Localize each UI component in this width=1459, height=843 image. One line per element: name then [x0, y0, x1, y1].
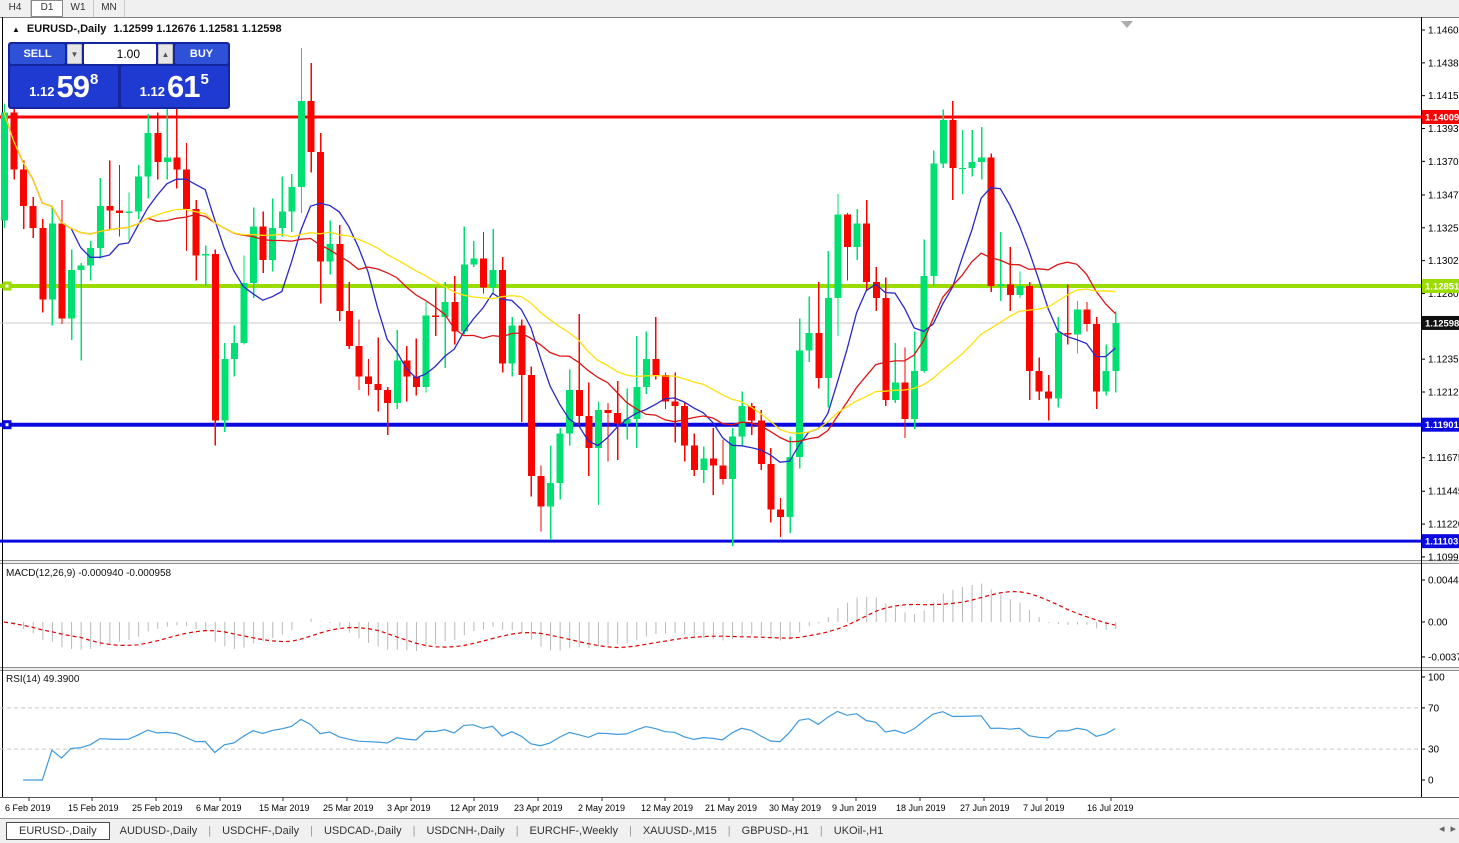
one-click-trading-panel: SELL ▼ 1.00 ▲ BUY 1.12 59 8 1.12 61 5 [8, 42, 230, 109]
price-badge-label: 1.11103 [1425, 537, 1458, 548]
rsi-tick-label: 0 [1428, 776, 1434, 787]
chart-tab-xauusd-m15[interactable]: XAUUSD-,M15 [633, 823, 727, 839]
chart-tab-eurchf-weekly[interactable]: EURCHF-,Weekly [520, 823, 628, 839]
chart-symbol-title: EURUSD-,Daily [27, 23, 106, 35]
chart-tab-audusd-daily[interactable]: AUDUSD-,Daily [110, 823, 208, 839]
price-tick-label: 1.12125 [1428, 387, 1459, 398]
date-tick-label: 12 Apr 2019 [450, 803, 499, 813]
buy-price-pips: 61 [167, 69, 199, 105]
sell-price-pips: 59 [56, 69, 88, 105]
date-tick-label: 25 Feb 2019 [132, 803, 183, 813]
tab-separator: | [516, 825, 519, 837]
volume-input[interactable]: 1.00 [84, 44, 156, 64]
chart-title-bar: ▲ EURUSD-,Daily 1.12599 1.12676 1.12581 … [12, 23, 282, 35]
chart-tab-ukoil-h1[interactable]: UKOil-,H1 [824, 823, 894, 839]
tab-separator: | [820, 825, 823, 837]
price-tick-label: 1.13250 [1428, 223, 1459, 234]
mt4-window: H4D1W1MN 1.146051.143801.141551.139301.1… [0, 0, 1459, 843]
buy-price-prefix: 1.12 [140, 84, 165, 99]
price-badge-label: 1.11901 [1425, 420, 1459, 431]
timeframe-button-w1[interactable]: W1 [63, 0, 94, 17]
buy-price-display[interactable]: 1.12 61 5 [121, 66, 229, 107]
date-tick-label: 30 May 2019 [769, 803, 821, 813]
tab-separator: | [208, 825, 211, 837]
tab-separator: | [310, 825, 313, 837]
tab-separator: | [629, 825, 632, 837]
chart-tab-usdcnh-daily[interactable]: USDCNH-,Daily [416, 823, 514, 839]
date-tick-label: 7 Jul 2019 [1023, 803, 1065, 813]
date-tick-label: 21 May 2019 [705, 803, 757, 813]
price-tick-label: 1.12350 [1428, 355, 1459, 366]
price-tick-label: 1.13025 [1428, 256, 1459, 267]
price-tick-label: 1.14155 [1428, 91, 1459, 102]
timeframe-toolbar: H4D1W1MN [0, 0, 1459, 18]
sell-price-prefix: 1.12 [29, 84, 54, 99]
timeframe-button-h4[interactable]: H4 [0, 0, 31, 17]
price-tick-label: 1.11220 [1428, 520, 1459, 531]
price-tick-label: 1.14380 [1428, 58, 1459, 69]
sell-price-point: 8 [90, 71, 98, 88]
date-tick-label: 15 Mar 2019 [259, 803, 310, 813]
price-tick-label: 1.13705 [1428, 157, 1459, 168]
date-tick-label: 18 Jun 2019 [896, 803, 946, 813]
tab-separator: | [728, 825, 731, 837]
price-tick-label: 1.13475 [1428, 190, 1459, 201]
tab-scroll-left-icon[interactable]: ◂ [1439, 822, 1445, 835]
volume-increment-button[interactable]: ▲ [158, 44, 173, 64]
sell-price-display[interactable]: 1.12 59 8 [10, 66, 118, 107]
tab-scroll-controls: ◂ ▸ [1439, 822, 1456, 835]
rsi-tick-label: 100 [1428, 673, 1445, 684]
price-tick-label: 1.11675 [1428, 453, 1459, 464]
rsi-tick-label: 30 [1428, 745, 1440, 756]
macd-indicator-label: MACD(12,26,9) -0.000940 -0.000958 [6, 568, 171, 579]
rsi-indicator-label: RSI(14) 49.3900 [6, 674, 79, 685]
tab-separator: | [413, 825, 416, 837]
sell-button[interactable]: SELL [10, 44, 65, 64]
price-tick-label: 1.10995 [1428, 552, 1459, 563]
date-tick-label: 16 Jul 2019 [1087, 803, 1134, 813]
chart-ohlc-readout: 1.12599 1.12676 1.12581 1.12598 [113, 23, 281, 35]
date-tick-label: 25 Mar 2019 [323, 803, 374, 813]
date-tick-label: 15 Feb 2019 [68, 803, 119, 813]
price-badge-label: 1.14009 [1425, 112, 1459, 123]
timeframe-button-mn[interactable]: MN [94, 0, 125, 17]
macd-tick-label: -0.003715 [1428, 652, 1459, 663]
chart-tab-bar: EURUSD-,DailyAUDUSD-,Daily|USDCHF-,Daily… [0, 818, 1459, 843]
rsi-tick-label: 70 [1428, 703, 1440, 714]
price-tick-label: 1.13930 [1428, 124, 1459, 135]
chart-tab-usdcad-daily[interactable]: USDCAD-,Daily [314, 823, 412, 839]
macd-tick-label: 0.004465 [1428, 576, 1459, 587]
price-badge-label: 1.12851 [1425, 282, 1459, 293]
date-tick-label: 23 Apr 2019 [514, 803, 563, 813]
macd-tick-label: 0.00 [1428, 618, 1448, 629]
date-tick-label: 6 Mar 2019 [196, 803, 242, 813]
buy-button[interactable]: BUY [175, 44, 228, 64]
date-tick-label: 6 Feb 2019 [5, 803, 51, 813]
date-tick-label: 27 Jun 2019 [960, 803, 1010, 813]
chart-tab-gbpusd-h1[interactable]: GBPUSD-,H1 [732, 823, 819, 839]
buy-price-point: 5 [200, 71, 208, 88]
price-tick-label: 1.14605 [1428, 25, 1459, 36]
price-badge-label: 1.12598 [1425, 318, 1459, 329]
date-tick-label: 2 May 2019 [578, 803, 625, 813]
volume-decrement-button[interactable]: ▼ [67, 44, 82, 64]
date-tick-label: 3 Apr 2019 [387, 803, 431, 813]
tab-scroll-right-icon[interactable]: ▸ [1450, 822, 1456, 835]
date-tick-label: 9 Jun 2019 [832, 803, 877, 813]
collapse-panel-icon[interactable]: ▲ [12, 25, 20, 34]
price-tick-label: 1.11445 [1428, 487, 1459, 498]
date-tick-label: 12 May 2019 [641, 803, 693, 813]
chart-canvas[interactable]: 1.14605 1.14380 1.14155 1.13930 1.13705 1.134… [0, 17, 1459, 818]
timeframe-button-d1[interactable]: D1 [31, 0, 63, 17]
chart-tab-usdchf-daily[interactable]: USDCHF-,Daily [212, 823, 309, 839]
chart-tab-eurusd-daily[interactable]: EURUSD-,Daily [6, 822, 110, 840]
